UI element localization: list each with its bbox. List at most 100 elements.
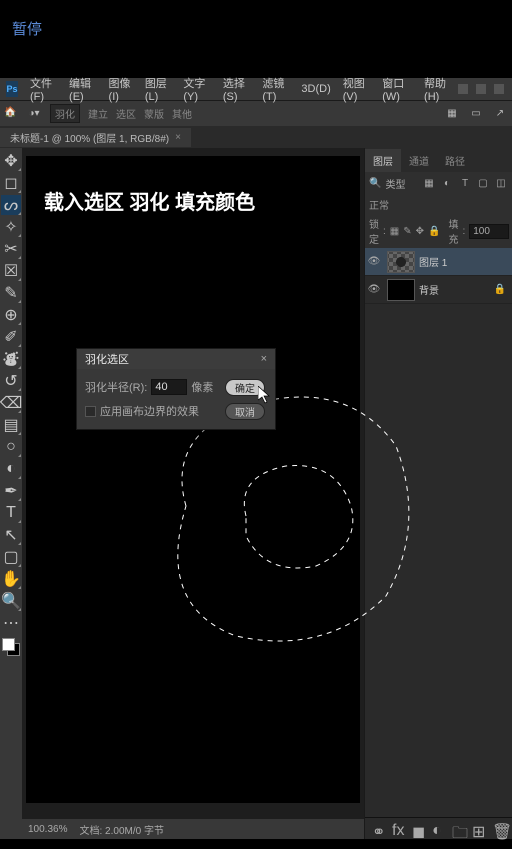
frame-tool[interactable]: ☒ [1, 261, 21, 281]
adjustment-icon[interactable]: ◐ [432, 822, 446, 836]
pause-label[interactable]: 暂停 [12, 18, 42, 39]
close-window-icon[interactable] [494, 84, 504, 94]
visibility-icon[interactable]: 👁 [365, 284, 383, 295]
maximize-icon[interactable] [476, 84, 486, 94]
layer-filter-row: 🔍 类型 ▦ ◐ T ▢ ◫ [365, 172, 512, 195]
menu-edit[interactable]: 编辑(E) [63, 75, 103, 103]
visibility-icon[interactable]: 👁 [365, 256, 383, 267]
ok-button[interactable]: 确定 [225, 379, 265, 396]
path-select-tool[interactable]: ↖ [1, 525, 21, 545]
filter-shape-icon[interactable]: ▢ [476, 177, 490, 191]
brush-tool[interactable]: ✐ [1, 327, 21, 347]
fill-input[interactable] [469, 224, 509, 239]
layer-thumbnail[interactable] [387, 251, 415, 273]
tab-paths[interactable]: 路径 [437, 149, 473, 172]
dialog-close-icon[interactable]: × [261, 353, 267, 365]
zoom-tool[interactable]: 🔍 [1, 591, 21, 611]
lock-label: 锁定 [369, 216, 379, 246]
layer-row[interactable]: 👁 图层 1 [365, 248, 512, 276]
blur-tool[interactable]: ○ [1, 437, 21, 457]
tab-close-icon[interactable]: × [175, 132, 181, 143]
other-option[interactable]: 其他 [172, 106, 192, 121]
eraser-tool[interactable]: ⌫ [1, 393, 21, 413]
filter-type-icon[interactable]: T [458, 177, 472, 191]
hand-tool[interactable]: ✋ [1, 569, 21, 589]
tab-layers[interactable]: 图层 [365, 149, 401, 172]
layer-row[interactable]: 👁 背景 🔒 [365, 276, 512, 304]
window-controls [458, 84, 512, 94]
lock-all-icon[interactable]: 🔒 [428, 224, 440, 238]
delete-icon[interactable]: 🗑 [492, 822, 506, 836]
share-icon[interactable]: ↗ [492, 106, 508, 122]
minimize-icon[interactable] [458, 84, 468, 94]
lasso-tool[interactable]: ᔕ [1, 195, 21, 215]
history-brush-tool[interactable]: ↺ [1, 371, 21, 391]
kind-dropdown[interactable]: 类型 [385, 176, 405, 191]
ps-logo-icon: Ps [6, 81, 18, 97]
home-icon[interactable]: 🏠 [4, 107, 18, 121]
group-icon[interactable]: 🗀 [452, 822, 466, 836]
filter-adjust-icon[interactable]: ◐ [440, 177, 454, 191]
mask-icon[interactable]: ◼ [412, 822, 426, 836]
status-docinfo: 文档: 2.00M/0 字节 [79, 822, 163, 837]
blend-mode-dropdown[interactable]: 正常 [369, 197, 389, 212]
wand-tool[interactable]: ✧ [1, 217, 21, 237]
lock-row: 锁定: ▦ ✎ ✥ 🔒 填充: [365, 214, 512, 248]
link-icon[interactable]: ⚭ [372, 822, 386, 836]
marquee-tool[interactable]: ◻ [1, 173, 21, 193]
edit-toolbar[interactable]: ⋯ [1, 613, 21, 633]
style-option[interactable]: 建立 [88, 106, 108, 121]
lock-pixels-icon[interactable]: ✎ [403, 224, 411, 238]
stamp-tool[interactable]: ⛇ [1, 349, 21, 369]
shape-tool[interactable]: ▢ [1, 547, 21, 567]
eyedropper-tool[interactable]: ✎ [1, 283, 21, 303]
menu-view[interactable]: 视图(V) [337, 75, 377, 103]
move-tool[interactable]: ✥ [1, 151, 21, 171]
tool-preset-icon[interactable]: ◑▾ [26, 106, 42, 122]
gradient-tool[interactable]: ▤ [1, 415, 21, 435]
lock-position-icon[interactable]: ✥ [416, 224, 424, 238]
document-tab[interactable]: 未标题-1 @ 100% (图层 1, RGB/8#) × [0, 128, 191, 147]
dialog-title: 羽化选区 [85, 351, 129, 367]
menu-file[interactable]: 文件(F) [24, 75, 63, 103]
dialog-title-bar[interactable]: 羽化选区 × [77, 349, 275, 369]
filter-smart-icon[interactable]: ◫ [494, 177, 508, 191]
arrange-icon[interactable]: ▦ [444, 106, 460, 122]
color-selector[interactable] [2, 638, 20, 656]
new-layer-icon[interactable]: ⊞ [472, 822, 486, 836]
menu-type[interactable]: 文字(Y) [177, 75, 217, 103]
layer-name[interactable]: 图层 1 [419, 254, 447, 269]
apply-canvas-checkbox[interactable] [85, 406, 96, 417]
radius-input[interactable] [151, 379, 187, 395]
dialog-body: 羽化半径(R): 像素 确定 应用画布边界的效果 取消 [77, 369, 275, 429]
filter-img-icon[interactable]: ▦ [422, 177, 436, 191]
healing-tool[interactable]: ⊕ [1, 305, 21, 325]
type-tool[interactable]: T [1, 503, 21, 523]
status-zoom[interactable]: 100.36% [28, 824, 67, 835]
search-icon[interactable]: 🔍 [369, 178, 381, 189]
crop-tool[interactable]: ✂ [1, 239, 21, 259]
layer-name[interactable]: 背景 [419, 282, 439, 297]
lock-transparent-icon[interactable]: ▦ [390, 224, 399, 238]
menu-window[interactable]: 窗口(W) [376, 75, 418, 103]
select-option[interactable]: 选区 [116, 106, 136, 121]
canvas-title-text: 载入选区 羽化 填充颜色 [44, 186, 255, 215]
cancel-button[interactable]: 取消 [225, 403, 265, 420]
fx-icon[interactable]: fx [392, 822, 406, 836]
apply-canvas-label: 应用画布边界的效果 [100, 403, 199, 419]
feather-option[interactable]: 羽化 [50, 104, 80, 123]
layer-thumbnail[interactable] [387, 279, 415, 301]
menu-layer[interactable]: 图层(L) [139, 75, 178, 103]
dodge-tool[interactable]: ◐ [1, 459, 21, 479]
menu-select[interactable]: 选择(S) [217, 75, 257, 103]
menu-3d[interactable]: 3D(D) [295, 83, 336, 95]
tab-channels[interactable]: 通道 [401, 149, 437, 172]
menu-image[interactable]: 图像(I) [103, 75, 139, 103]
mask-option[interactable]: 蒙版 [144, 106, 164, 121]
workspace-icon[interactable]: ▭ [468, 106, 484, 122]
menu-filter[interactable]: 滤镜(T) [256, 75, 295, 103]
menu-help[interactable]: 帮助(H) [418, 75, 458, 103]
canvas[interactable]: 载入选区 羽化 填充颜色 [26, 156, 360, 803]
pen-tool[interactable]: ✒ [1, 481, 21, 501]
foreground-color-swatch[interactable] [2, 638, 15, 651]
